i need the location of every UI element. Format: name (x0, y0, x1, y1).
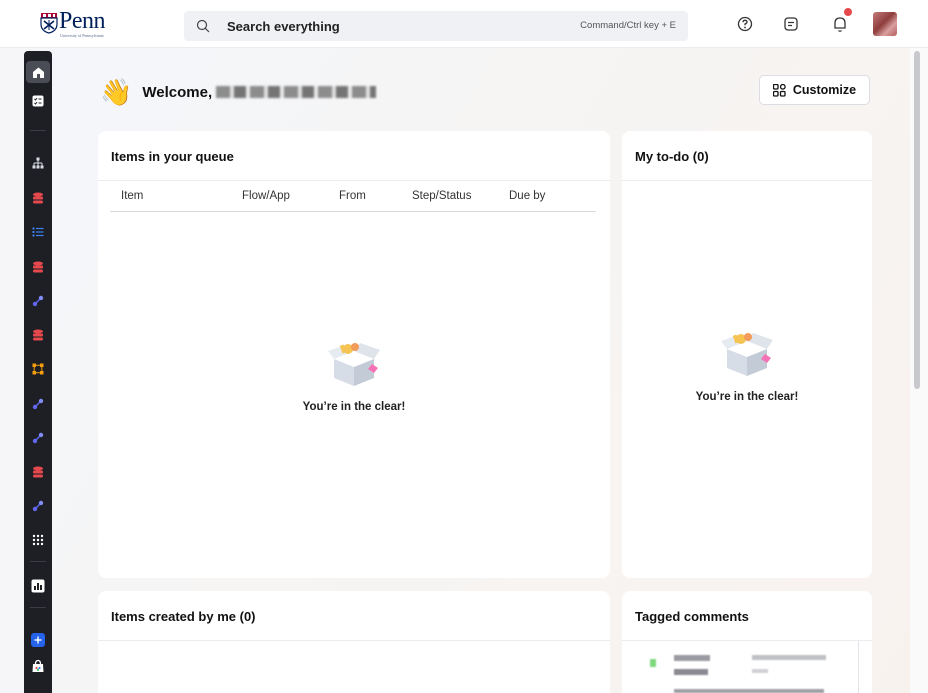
tagged-comments-card: Tagged comments (622, 591, 872, 693)
todo-empty-message: You’re in the clear! (695, 391, 799, 403)
sidebar-item-database-3[interactable] (24, 324, 52, 346)
integration-icon (32, 398, 44, 410)
notification-badge (844, 8, 852, 16)
database-icon (33, 261, 43, 273)
queue-empty-message: You’re in the clear! (302, 401, 406, 413)
database-icon (33, 466, 43, 478)
column-header-from[interactable]: From (339, 190, 366, 202)
todo-empty-state: You’re in the clear! (687, 331, 807, 403)
store-icon (32, 659, 44, 672)
queue-empty-state: You’re in the clear! (294, 341, 414, 413)
card-divider (622, 180, 872, 181)
sidebar-item-database-4[interactable] (24, 461, 52, 483)
sidebar-item-integration-1[interactable] (24, 290, 52, 312)
apps-grid-icon (32, 534, 44, 546)
brand-tagline: University of Pennsylvania (60, 33, 104, 38)
sidebar-divider (30, 607, 46, 608)
comment-redacted (752, 655, 826, 660)
org-chart-icon (32, 157, 44, 169)
sidebar-item-reports[interactable] (24, 575, 52, 597)
reports-icon (31, 579, 45, 593)
sidebar-item-integration-4[interactable] (24, 495, 52, 517)
customize-label: Customize (792, 83, 857, 97)
card-divider (98, 640, 610, 641)
sidebar-item-add[interactable] (24, 629, 52, 651)
messages-icon[interactable] (780, 13, 802, 35)
add-icon (31, 633, 45, 647)
scrollbar-thumb[interactable] (914, 51, 920, 389)
card-divider (622, 640, 872, 641)
todo-card: My to-do (0) You’re in the clear! (622, 131, 872, 578)
sidebar-item-database-1[interactable] (24, 187, 52, 209)
sidebar-divider (30, 561, 46, 562)
avatar[interactable] (873, 12, 897, 36)
sidebar-item-integration-3[interactable] (24, 427, 52, 449)
welcome-greeting: Welcome, (142, 83, 213, 101)
empty-box-icon (328, 343, 380, 386)
sidebar-item-store[interactable] (24, 655, 52, 677)
comment-redacted (752, 669, 768, 673)
help-icon[interactable] (734, 13, 756, 35)
queue-card: Items in your queue Item Flow/App From S… (98, 131, 610, 578)
sidebar-item-all-apps[interactable] (24, 529, 52, 551)
search-bar[interactable]: Search everything Command/Ctrl key + E (184, 11, 688, 41)
sidebar-item-list[interactable] (24, 221, 52, 243)
customize-button[interactable]: Customize (759, 75, 870, 105)
database-icon (33, 329, 43, 341)
column-header-item[interactable]: Item (121, 190, 143, 202)
tagged-comments-title: Tagged comments (635, 609, 749, 624)
page-scrollbar[interactable] (910, 48, 928, 693)
database-icon (33, 192, 43, 204)
comment-redacted (674, 655, 710, 661)
comments-scroll-divider (858, 641, 859, 693)
search-input[interactable]: Search everything (227, 19, 340, 34)
sidebar-item-workflow[interactable] (24, 358, 52, 380)
home-icon (32, 67, 44, 78)
sidebar-item-org-chart[interactable] (24, 152, 52, 174)
empty-box-icon (721, 333, 773, 376)
user-name-redacted (216, 86, 377, 98)
search-shortcut-hint: Command/Ctrl key + E (580, 20, 676, 31)
integration-icon (32, 432, 44, 444)
customize-icon (772, 83, 786, 97)
workflow-icon (32, 363, 44, 375)
notifications-icon[interactable] (829, 8, 852, 35)
sidebar (24, 51, 52, 693)
wave-emoji: 👋 (100, 77, 133, 107)
todo-title: My to-do (0) (635, 149, 709, 164)
column-header-flow-app[interactable]: Flow/App (242, 190, 290, 202)
column-header-due-by[interactable]: Due by (509, 190, 545, 202)
integration-icon (32, 500, 44, 512)
penn-logo[interactable]: Penn University of Pennsylvania (40, 8, 106, 38)
queue-title: Items in your queue (111, 149, 234, 164)
comment-redacted (674, 669, 708, 675)
tasks-icon (32, 95, 44, 107)
column-header-step-status[interactable]: Step/Status (412, 190, 471, 202)
queue-table-header: Item Flow/App From Step/Status Due by (110, 190, 596, 212)
penn-shield-icon (40, 13, 58, 34)
sidebar-item-home[interactable] (26, 61, 50, 83)
integration-icon (32, 295, 44, 307)
brand-wordmark: Penn (59, 8, 106, 34)
comment-avatar-redacted (650, 659, 656, 667)
sidebar-divider (30, 130, 46, 131)
sidebar-item-tasks[interactable] (24, 90, 52, 112)
card-divider (98, 180, 610, 181)
created-items-card: Items created by me (0) (98, 591, 610, 693)
list-icon (32, 227, 44, 237)
top-bar: Penn University of Pennsylvania Search e… (0, 0, 928, 48)
welcome-banner: 👋 Welcome, (100, 77, 377, 107)
search-icon (196, 19, 210, 33)
sidebar-item-integration-2[interactable] (24, 393, 52, 415)
created-items-title: Items created by me (0) (111, 609, 256, 624)
sidebar-item-database-2[interactable] (24, 256, 52, 278)
comment-redacted (674, 689, 824, 693)
